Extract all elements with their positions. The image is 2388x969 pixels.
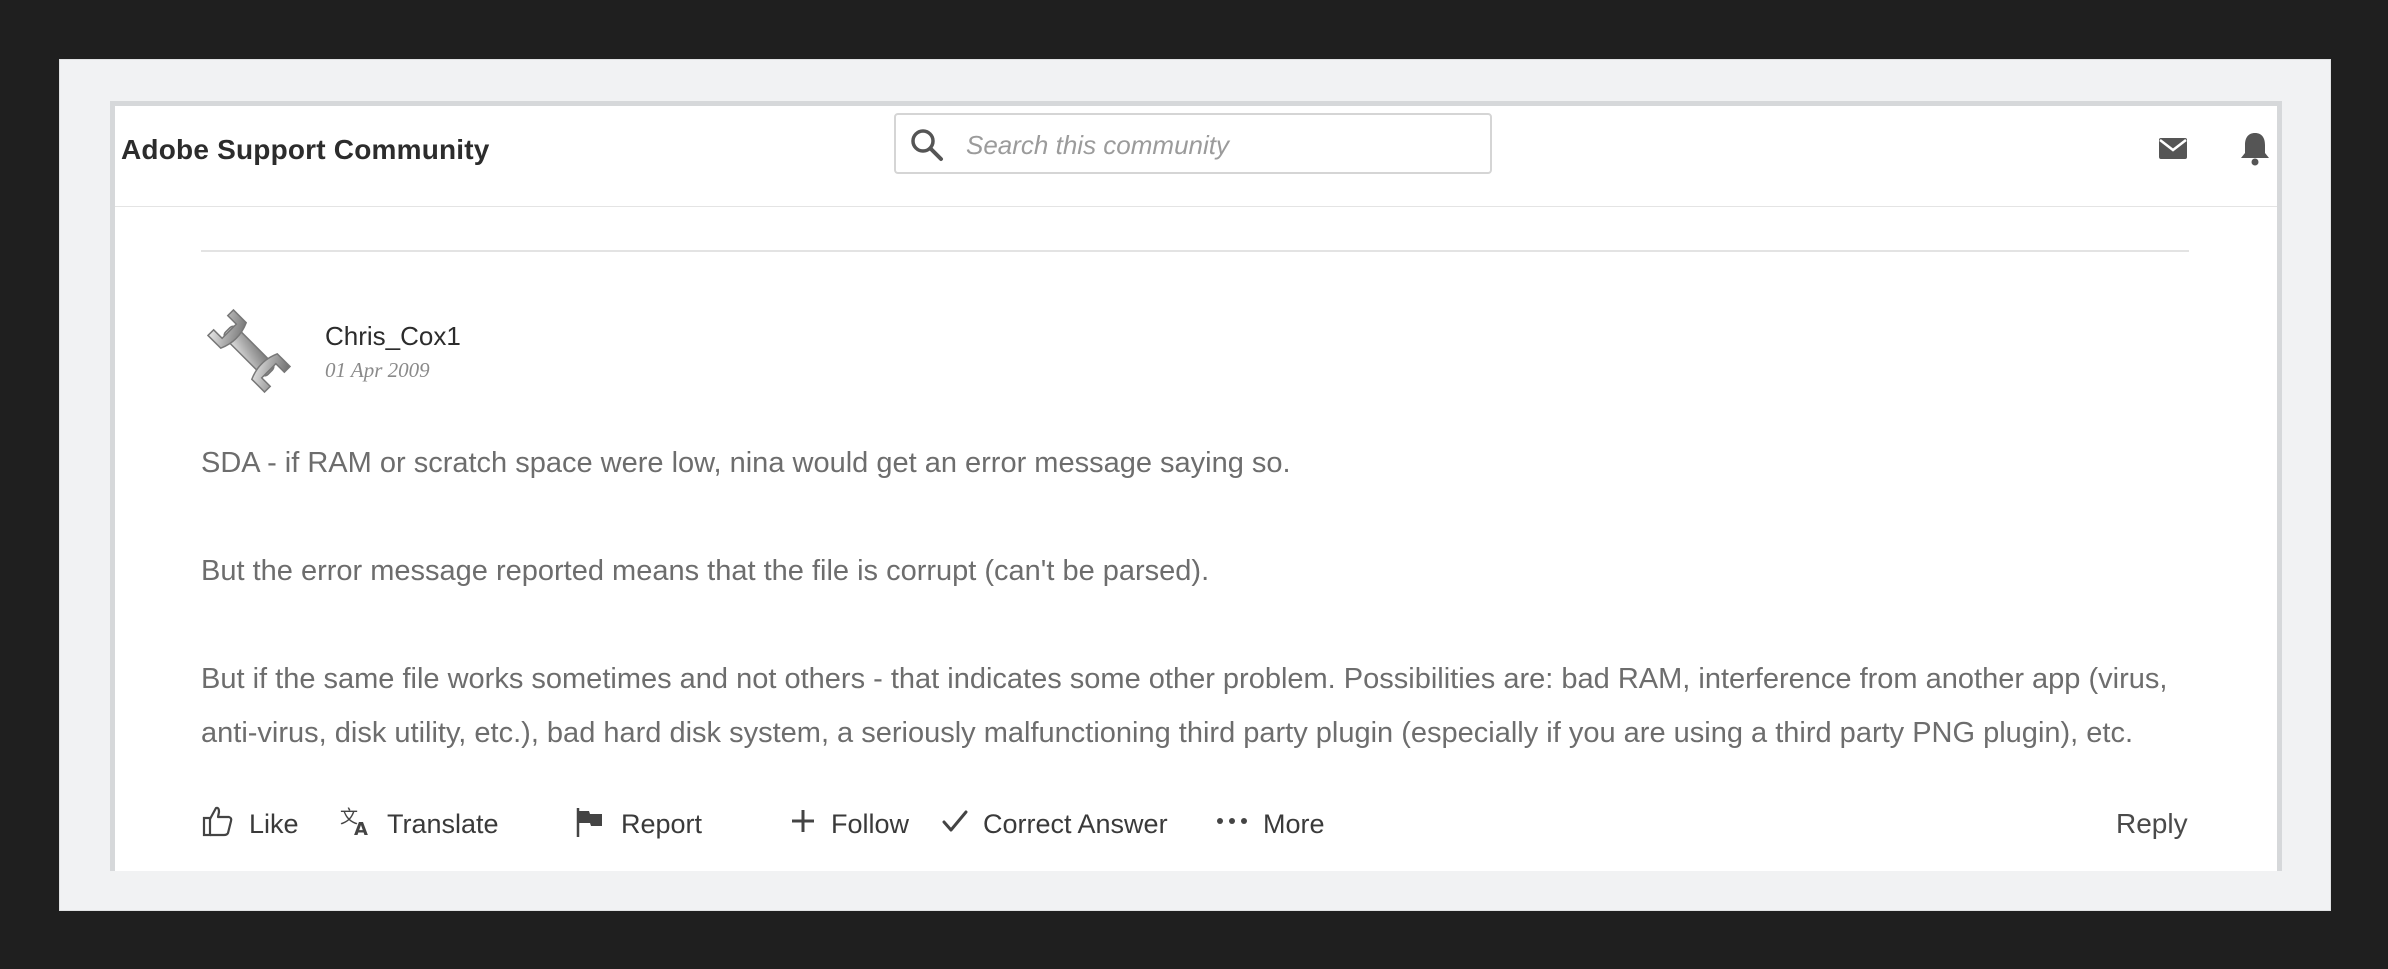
more-label: More: [1263, 808, 1325, 839]
post-paragraph: SDA - if RAM or scratch space were low, …: [201, 447, 1291, 479]
search-input[interactable]: [964, 125, 1468, 165]
search-box[interactable]: [894, 113, 1492, 174]
report-button[interactable]: Report: [573, 794, 702, 854]
top-navigation-bar: Adobe Support Community: [115, 106, 2277, 207]
community-page: Adobe Support Community Search this comm…: [110, 101, 2282, 871]
svg-text:A: A: [354, 819, 368, 838]
post-date: 01 Apr 2009: [325, 358, 430, 382]
correct-answer-button[interactable]: Correct Answer: [941, 794, 1168, 854]
follow-label: Follow: [831, 808, 910, 839]
more-dots-icon: [1215, 804, 1263, 845]
like-label: Like: [249, 808, 299, 839]
post-paragraph: But if the same file works sometimes and…: [201, 663, 2168, 749]
post-actions-bar: Like 文 A Translate Report Follow Correct…: [201, 794, 2277, 854]
browser-frame: Adobe Support Community Search this comm…: [59, 59, 2331, 911]
follow-button[interactable]: Follow: [789, 794, 909, 854]
divider: [201, 250, 2189, 252]
site-title[interactable]: Adobe Support Community: [121, 134, 490, 166]
translate-icon: 文 A: [339, 804, 387, 845]
author-name[interactable]: Chris_Cox1: [325, 321, 461, 352]
report-label: Report: [621, 808, 703, 839]
thumbs-up-icon: [201, 804, 249, 845]
correct-answer-label: Correct Answer: [983, 808, 1168, 839]
bell-icon[interactable]: [2235, 128, 2275, 168]
plus-icon: [789, 807, 831, 842]
checkmark-icon: [941, 807, 983, 842]
wrench-icon[interactable]: [201, 303, 297, 399]
flag-icon: [573, 804, 621, 845]
post-paragraph: But the error message reported means tha…: [201, 555, 1210, 587]
reply-button[interactable]: Reply: [2116, 794, 2188, 854]
search-icon[interactable]: [910, 128, 944, 162]
translate-label: Translate: [387, 808, 499, 839]
post-body: SDA - if RAM or scratch space were low, …: [201, 436, 2191, 760]
like-button[interactable]: Like: [201, 794, 299, 854]
more-button[interactable]: More: [1215, 794, 1325, 854]
translate-button[interactable]: 文 A Translate: [339, 794, 499, 854]
mail-icon[interactable]: [2153, 128, 2193, 168]
